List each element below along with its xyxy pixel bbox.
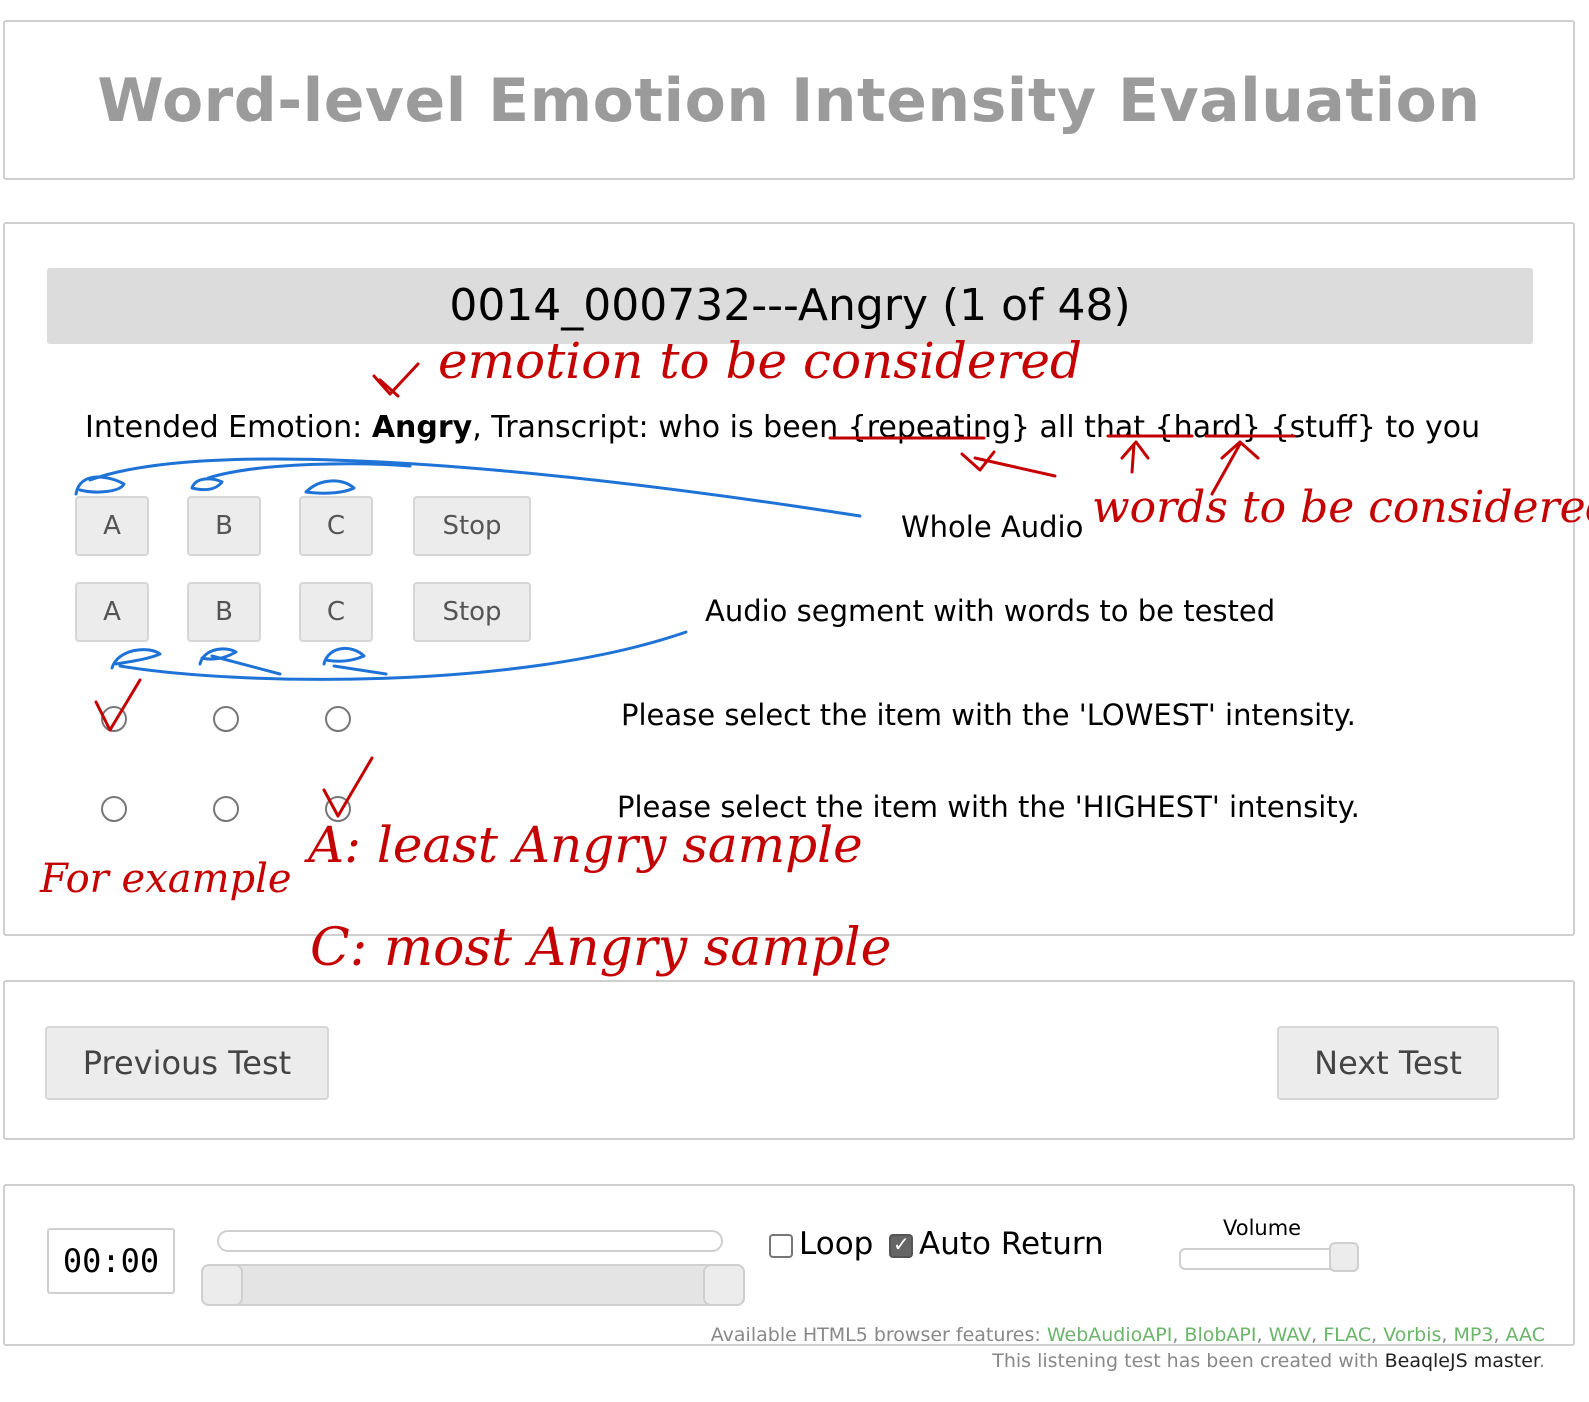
feature-wav: WAV (1268, 1324, 1312, 1346)
loop-label: Loop (799, 1226, 874, 1262)
created-end: . (1538, 1350, 1545, 1372)
highest-radio-b[interactable] (213, 796, 239, 822)
beaqlejs-link[interactable]: BeaqleJS master (1385, 1350, 1539, 1372)
playback-progress-bar[interactable] (217, 1230, 723, 1252)
feature-webaudioapi: WebAudioAPI (1046, 1324, 1173, 1346)
audio-player-panel: 00:00 Loop Auto Return Volume (3, 1184, 1575, 1346)
previous-test-button[interactable]: Previous Test (45, 1026, 329, 1100)
feature-blobapi: BlobAPI (1184, 1324, 1257, 1346)
target-word-hard: {hard} (1154, 410, 1262, 445)
words-note: words to be considered (1092, 482, 1589, 533)
whole-stop-button[interactable]: Stop (413, 496, 531, 556)
next-test-button[interactable]: Next Test (1277, 1026, 1499, 1100)
browser-features-footer: Available HTML5 browser features: WebAud… (710, 1324, 1545, 1346)
segment-play-c-button[interactable]: C (299, 582, 373, 642)
highest-radio-a[interactable] (101, 796, 127, 822)
feature-aac: AAC (1505, 1324, 1545, 1346)
intended-label: Intended Emotion: (85, 410, 372, 445)
transcript-text: to you (1375, 410, 1481, 445)
segment-play-a-button[interactable]: A (75, 582, 149, 642)
loop-checkbox[interactable] (769, 1234, 793, 1258)
emotion-note: emotion to be considered (438, 332, 1083, 390)
app-title: Word-level Emotion Intensity Evaluation (97, 66, 1481, 136)
segment-audio-label: Audio segment with words to be tested (705, 594, 1276, 628)
transcript-line: Intended Emotion: Angry, Transcript: who… (85, 410, 1480, 445)
whole-play-c-button[interactable]: C (299, 496, 373, 556)
example-note: For example (40, 856, 292, 902)
auto-return-label: Auto Return (919, 1226, 1104, 1262)
lowest-radio-c[interactable] (325, 706, 351, 732)
transcript-text (1261, 410, 1271, 445)
time-display: 00:00 (47, 1228, 175, 1294)
feature-flac: FLAC (1323, 1324, 1372, 1346)
intended-emotion: Angry (371, 410, 473, 445)
a-note: A: least Angry sample (308, 816, 863, 874)
loop-range-slider[interactable] (201, 1264, 745, 1306)
loop-range-end-handle[interactable] (703, 1264, 745, 1306)
lowest-prompt: Please select the item with the 'LOWEST'… (621, 698, 1356, 732)
lowest-radio-b[interactable] (213, 706, 239, 732)
features-label: Available HTML5 browser features: (710, 1324, 1047, 1346)
segment-stop-button[interactable]: Stop (413, 582, 531, 642)
navigation-panel: Previous Test Next Test (3, 980, 1575, 1140)
whole-play-b-button[interactable]: B (187, 496, 261, 556)
whole-audio-label: Whole Audio (901, 510, 1084, 544)
c-note: C: most Angry sample (310, 918, 892, 978)
feature-mp3: MP3 (1453, 1324, 1494, 1346)
lowest-radio-a[interactable] (101, 706, 127, 732)
credits-footer: This listening test has been created wit… (992, 1350, 1545, 1372)
created-label: This listening test has been created wit… (992, 1350, 1385, 1372)
transcript-label: , Transcript: (472, 410, 659, 445)
whole-play-a-button[interactable]: A (75, 496, 149, 556)
target-word-repeating: {repeating} (847, 410, 1030, 445)
volume-slider-handle[interactable] (1329, 1242, 1359, 1272)
feature-vorbis: Vorbis (1383, 1324, 1442, 1346)
segment-play-b-button[interactable]: B (187, 582, 261, 642)
transcript-text: who is been (658, 410, 848, 445)
volume-label: Volume (1223, 1216, 1302, 1240)
loop-range-start-handle[interactable] (201, 1264, 243, 1306)
transcript-text: all that (1030, 410, 1155, 445)
header-panel: Word-level Emotion Intensity Evaluation (3, 20, 1575, 180)
auto-return-checkbox[interactable] (889, 1232, 913, 1258)
target-word-stuff: {stuff} (1270, 410, 1376, 445)
